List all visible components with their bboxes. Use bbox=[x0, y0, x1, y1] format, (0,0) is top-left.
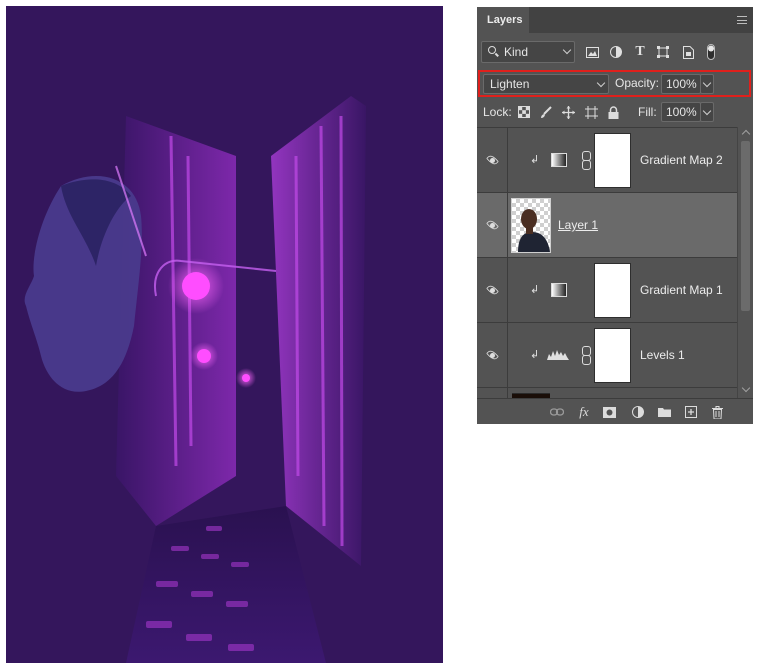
chevron-down-icon bbox=[702, 106, 712, 116]
double-exposure-image bbox=[24, 96, 366, 663]
delete-layer-icon[interactable] bbox=[709, 404, 725, 420]
portrait-thumbnail-icon bbox=[518, 209, 550, 252]
canvas-artwork bbox=[6, 6, 443, 663]
fx-icon[interactable]: fx bbox=[576, 404, 592, 420]
blend-row: Lighten Opacity: 100% bbox=[477, 69, 753, 97]
filter-toggle-icon[interactable] bbox=[703, 44, 719, 60]
layers-panel: Layers Kind T Lighten Opacity: 100% Lock… bbox=[477, 7, 753, 424]
visibility-toggle[interactable] bbox=[477, 323, 508, 387]
clipping-arrow-icon: ↲ bbox=[530, 284, 540, 296]
panel-footer: fx bbox=[477, 398, 753, 424]
scroll-thumb[interactable] bbox=[741, 141, 750, 311]
scroll-down-icon[interactable] bbox=[741, 383, 751, 393]
lock-row: Lock: Fill: 100% bbox=[477, 99, 753, 125]
opacity-input[interactable]: 100% bbox=[661, 74, 701, 94]
tab-layers[interactable]: Layers bbox=[477, 7, 529, 33]
filter-row: Kind T bbox=[477, 37, 753, 67]
layer-row-layer-1[interactable]: Layer 1 bbox=[477, 193, 737, 258]
fill-input[interactable]: 100% bbox=[661, 102, 701, 122]
layers-scrollbar[interactable] bbox=[737, 127, 753, 398]
layer-row-gradient-map-1[interactable]: ↲ Gradient Map 1 bbox=[477, 258, 737, 323]
gradient-map-icon bbox=[551, 283, 567, 297]
lock-all-icon[interactable] bbox=[606, 105, 620, 119]
layer-mask-thumbnail[interactable] bbox=[594, 133, 631, 188]
blend-mode-select[interactable]: Lighten bbox=[483, 74, 609, 94]
lock-image-pixels-icon[interactable] bbox=[539, 105, 553, 119]
chevron-down-icon bbox=[562, 45, 572, 55]
lock-artboard-icon[interactable] bbox=[584, 105, 598, 119]
filter-type-icon[interactable]: T bbox=[632, 44, 648, 60]
layer-name[interactable]: Gradient Map 2 bbox=[640, 153, 723, 167]
new-group-icon[interactable] bbox=[656, 404, 672, 420]
filter-pixel-icon[interactable] bbox=[584, 44, 600, 60]
layer-row-levels-1[interactable]: ↲ Levels 1 bbox=[477, 323, 737, 388]
visibility-toggle[interactable] bbox=[477, 388, 508, 398]
lock-label: Lock: bbox=[483, 105, 512, 119]
panel-tab-bar: Layers bbox=[477, 7, 753, 33]
chevron-down-icon bbox=[702, 78, 712, 88]
scroll-up-icon[interactable] bbox=[741, 129, 751, 139]
opacity-label: Opacity: bbox=[615, 76, 660, 90]
filter-kind-label: Kind bbox=[504, 45, 529, 59]
new-adjustment-layer-icon[interactable] bbox=[630, 404, 646, 420]
lock-transparent-pixels-icon[interactable] bbox=[517, 105, 531, 119]
visibility-toggle[interactable] bbox=[477, 193, 508, 257]
gradient-map-icon bbox=[551, 153, 567, 167]
visibility-toggle[interactable] bbox=[477, 258, 508, 322]
opacity-dropdown[interactable] bbox=[700, 74, 714, 94]
layer-row-partial[interactable] bbox=[477, 388, 737, 398]
fill-label: Fill: bbox=[638, 105, 657, 119]
filter-smart-object-icon[interactable] bbox=[680, 44, 696, 60]
search-icon bbox=[488, 46, 496, 54]
levels-histogram-icon bbox=[547, 348, 569, 360]
link-layers-icon[interactable] bbox=[549, 404, 565, 420]
lock-position-icon[interactable] bbox=[561, 105, 575, 119]
add-mask-icon[interactable] bbox=[601, 404, 617, 420]
layer-name[interactable]: Levels 1 bbox=[640, 348, 685, 362]
filter-kind-select[interactable]: Kind bbox=[481, 41, 575, 63]
chevron-down-icon bbox=[596, 78, 606, 88]
layer-name[interactable]: Layer 1 bbox=[558, 218, 598, 232]
filter-adjustment-icon[interactable] bbox=[608, 44, 624, 60]
visibility-toggle[interactable] bbox=[477, 128, 508, 192]
layer-name[interactable]: Gradient Map 1 bbox=[640, 283, 723, 297]
layer-mask-thumbnail[interactable] bbox=[594, 263, 631, 318]
blend-mode-value: Lighten bbox=[490, 77, 530, 91]
new-layer-icon[interactable] bbox=[683, 404, 699, 420]
layers-list: ↲ Gradient Map 2 Layer 1 ↲ Gradient Map … bbox=[477, 127, 737, 398]
clipping-arrow-icon: ↲ bbox=[530, 349, 540, 361]
link-icon[interactable] bbox=[582, 346, 591, 365]
fill-dropdown[interactable] bbox=[700, 102, 714, 122]
link-icon[interactable] bbox=[582, 151, 591, 170]
clipping-arrow-icon: ↲ bbox=[530, 154, 540, 166]
layer-mask-thumbnail[interactable] bbox=[594, 328, 631, 383]
filter-shape-icon[interactable] bbox=[655, 44, 671, 60]
layer-thumbnail[interactable] bbox=[511, 198, 551, 253]
layer-row-gradient-map-2[interactable]: ↲ Gradient Map 2 bbox=[477, 128, 737, 193]
panel-menu-icon[interactable] bbox=[737, 16, 747, 24]
